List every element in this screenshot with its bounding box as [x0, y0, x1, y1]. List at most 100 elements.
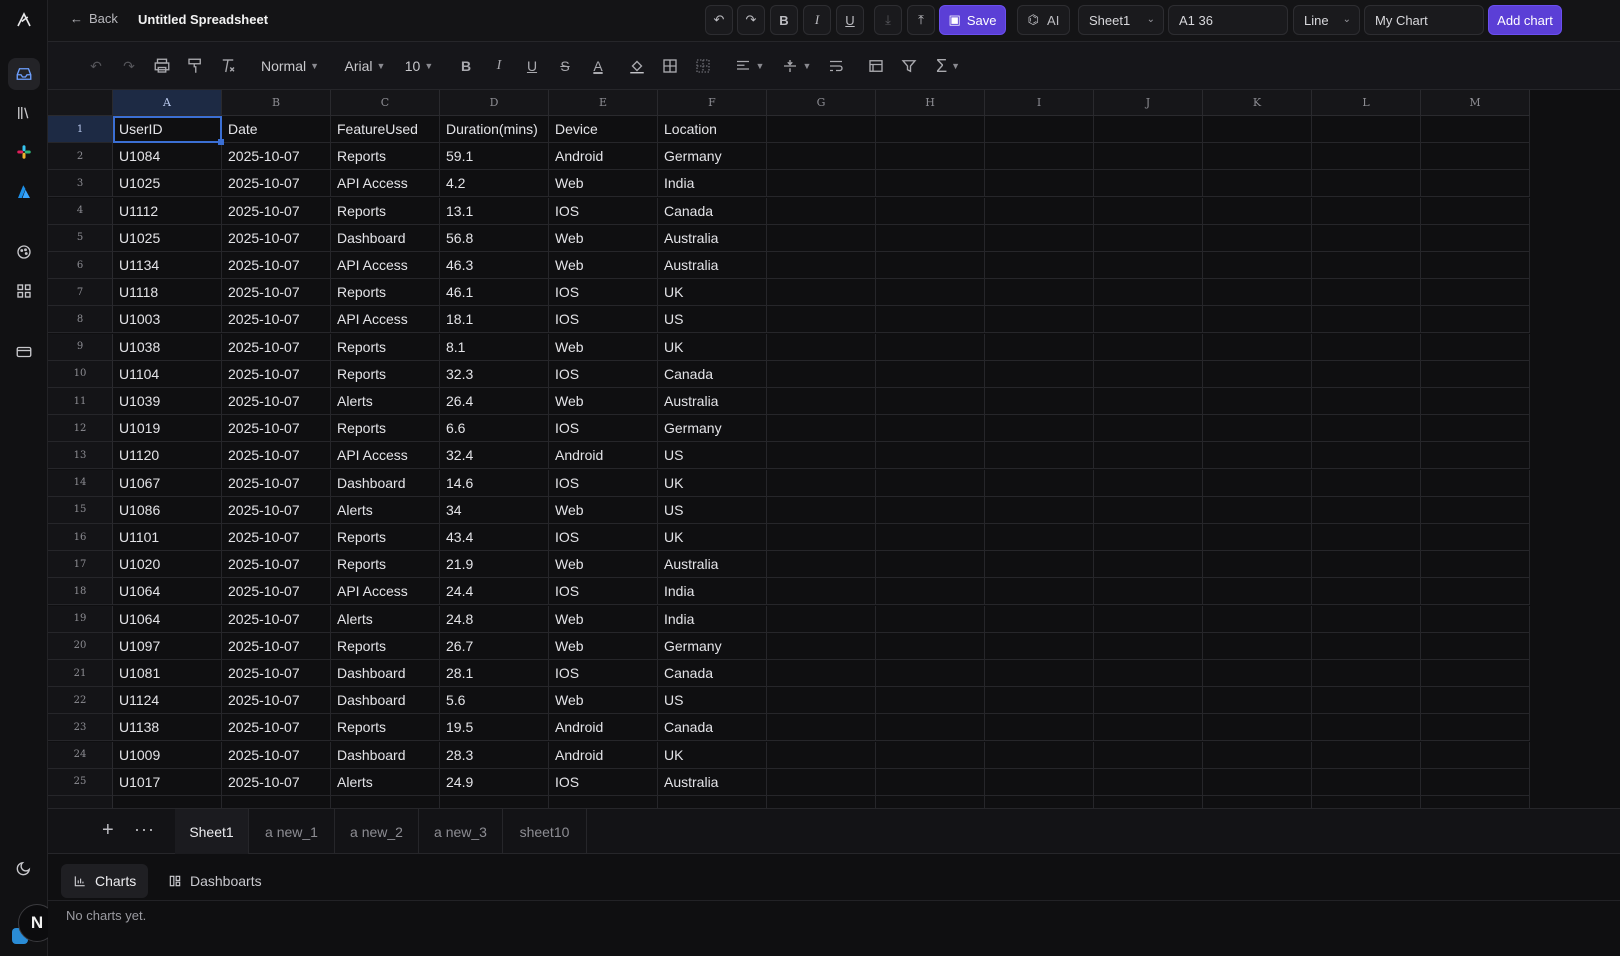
cell-h11[interactable]	[876, 388, 985, 415]
cell-a24[interactable]: U1009	[113, 741, 222, 769]
spreadsheet-grid[interactable]: A B C D E F G H I J K L M 1 UserID Date FeatureUsed Durat…	[48, 90, 1620, 808]
cell-b22[interactable]: 2025-10-07	[222, 687, 331, 715]
cell-e13[interactable]: Android	[549, 442, 658, 470]
cell-j24[interactable]	[1094, 741, 1203, 769]
cell-l22[interactable]	[1312, 687, 1421, 715]
cell-k11[interactable]	[1203, 388, 1312, 415]
cell-h7[interactable]	[876, 279, 985, 307]
column-header-h[interactable]: H	[876, 90, 985, 116]
cell-e14[interactable]: IOS	[549, 469, 658, 497]
tab-charts[interactable]: Charts	[61, 864, 149, 898]
cell-b5[interactable]: 2025-10-07	[222, 224, 331, 252]
cell-d18[interactable]: 24.4	[440, 578, 549, 606]
cell-h9[interactable]	[876, 333, 985, 361]
cell-k23[interactable]	[1203, 714, 1312, 742]
row-header[interactable]: 18	[48, 578, 113, 606]
cell-f10[interactable]: Canada	[658, 360, 767, 388]
cell-d23[interactable]: 19.5	[440, 714, 549, 742]
cell-e5[interactable]: Web	[549, 224, 658, 252]
cell-j10[interactable]	[1094, 360, 1203, 388]
cell-f9[interactable]: UK	[658, 333, 767, 361]
cell-l18[interactable]	[1312, 578, 1421, 606]
cell-c9[interactable]: Reports	[331, 333, 440, 361]
cell-e3[interactable]: Web	[549, 170, 658, 198]
cell-k25[interactable]	[1203, 768, 1312, 796]
cell-k15[interactable]	[1203, 496, 1312, 524]
sheet-select[interactable]: Sheet1 ⌄	[1078, 5, 1164, 35]
cell-b1[interactable]: Date	[222, 116, 331, 143]
cell-e25[interactable]: IOS	[549, 768, 658, 796]
cell-g2[interactable]	[767, 143, 876, 171]
cell-l25[interactable]	[1312, 768, 1421, 796]
cell-a16[interactable]: U1101	[113, 524, 222, 551]
cell-m16[interactable]	[1421, 524, 1530, 551]
cell-c8[interactable]: API Access	[331, 306, 440, 334]
cell-j25[interactable]	[1094, 768, 1203, 796]
cell-e20[interactable]: Web	[549, 632, 658, 660]
cell-h13[interactable]	[876, 442, 985, 470]
cell-c7[interactable]: Reports	[331, 279, 440, 307]
cell-m25[interactable]	[1421, 768, 1530, 796]
cell-m10[interactable]	[1421, 360, 1530, 388]
print-icon[interactable]	[152, 54, 172, 78]
insert-table-icon[interactable]	[866, 54, 886, 78]
cell-f15[interactable]: US	[658, 496, 767, 524]
row-header[interactable]: 14	[48, 469, 113, 497]
cell-k6[interactable]	[1203, 252, 1312, 279]
cell-m18[interactable]	[1421, 578, 1530, 606]
cell-m14[interactable]	[1421, 469, 1530, 497]
cell-a10[interactable]: U1104	[113, 360, 222, 388]
cell-a4[interactable]: U1112	[113, 197, 222, 225]
cell-f13[interactable]: US	[658, 442, 767, 470]
row-header[interactable]: 5	[48, 224, 113, 252]
cell-g21[interactable]	[767, 660, 876, 687]
column-header-m[interactable]: M	[1421, 90, 1530, 116]
cell-k22[interactable]	[1203, 687, 1312, 715]
sheet-tab[interactable]: a new_1	[249, 809, 335, 854]
cell-e12[interactable]: IOS	[549, 415, 658, 443]
cell-l26[interactable]	[1312, 796, 1421, 808]
cell-i17[interactable]	[985, 551, 1094, 579]
cell-k12[interactable]	[1203, 415, 1312, 443]
cell-l10[interactable]	[1312, 360, 1421, 388]
fill-color-icon[interactable]	[627, 54, 647, 78]
cell-e19[interactable]: Web	[549, 605, 658, 633]
cell-l15[interactable]	[1312, 496, 1421, 524]
cell-c14[interactable]: Dashboard	[331, 469, 440, 497]
cell-j11[interactable]	[1094, 388, 1203, 415]
row-header[interactable]: 15	[48, 496, 113, 524]
cell-g19[interactable]	[767, 605, 876, 633]
cell-k13[interactable]	[1203, 442, 1312, 470]
cell-c4[interactable]: Reports	[331, 197, 440, 225]
cell-g14[interactable]	[767, 469, 876, 497]
cell-l24[interactable]	[1312, 741, 1421, 769]
sheet-tab[interactable]: sheet10	[503, 809, 587, 854]
row-header[interactable]: 3	[48, 170, 113, 198]
cell-j22[interactable]	[1094, 687, 1203, 715]
underline-icon[interactable]: U	[522, 54, 542, 78]
row-header[interactable]: 21	[48, 660, 113, 687]
row-header[interactable]: 17	[48, 551, 113, 579]
cell-j21[interactable]	[1094, 660, 1203, 687]
cell-a11[interactable]: U1039	[113, 388, 222, 415]
download-button[interactable]: ⤓	[874, 5, 902, 35]
row-header[interactable]: 6	[48, 252, 113, 279]
cell-l7[interactable]	[1312, 279, 1421, 307]
cell-c1[interactable]: FeatureUsed	[331, 116, 440, 143]
cell-k21[interactable]	[1203, 660, 1312, 687]
cell-g16[interactable]	[767, 524, 876, 551]
cell-h18[interactable]	[876, 578, 985, 606]
column-header-j[interactable]: J	[1094, 90, 1203, 116]
back-button[interactable]: ← Back	[70, 11, 118, 26]
cell-d9[interactable]: 8.1	[440, 333, 549, 361]
text-color-icon[interactable]: A	[588, 54, 608, 78]
strikethrough-icon[interactable]: S	[555, 54, 575, 78]
cell-l11[interactable]	[1312, 388, 1421, 415]
cell-e4[interactable]: IOS	[549, 197, 658, 225]
cell-k16[interactable]	[1203, 524, 1312, 551]
cell-a20[interactable]: U1097	[113, 632, 222, 660]
italic-button[interactable]: I	[803, 5, 831, 35]
cell-j6[interactable]	[1094, 252, 1203, 279]
cell-a6[interactable]: U1134	[113, 252, 222, 279]
cell-j3[interactable]	[1094, 170, 1203, 198]
